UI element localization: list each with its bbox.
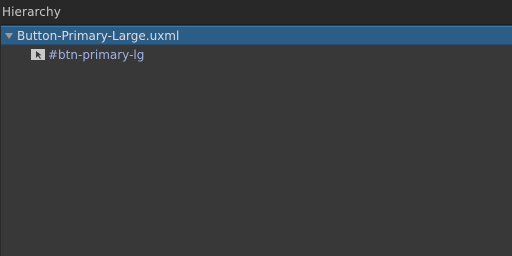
hierarchy-panel: Hierarchy Button-Primary-Large.uxml #btn…: [0, 0, 512, 256]
panel-title: Hierarchy: [2, 5, 61, 19]
tree-row-label: Button-Primary-Large.uxml: [17, 28, 180, 43]
hierarchy-tree: Button-Primary-Large.uxml #btn-primary-l…: [1, 25, 512, 64]
tree-row-label: #btn-primary-lg: [48, 47, 145, 62]
tree-row-root[interactable]: Button-Primary-Large.uxml: [1, 26, 512, 45]
panel-header: Hierarchy: [1, 0, 512, 25]
visual-element-icon: [31, 49, 45, 61]
triangle-down-icon[interactable]: [1, 26, 17, 45]
tree-row-child[interactable]: #btn-primary-lg: [1, 45, 512, 64]
